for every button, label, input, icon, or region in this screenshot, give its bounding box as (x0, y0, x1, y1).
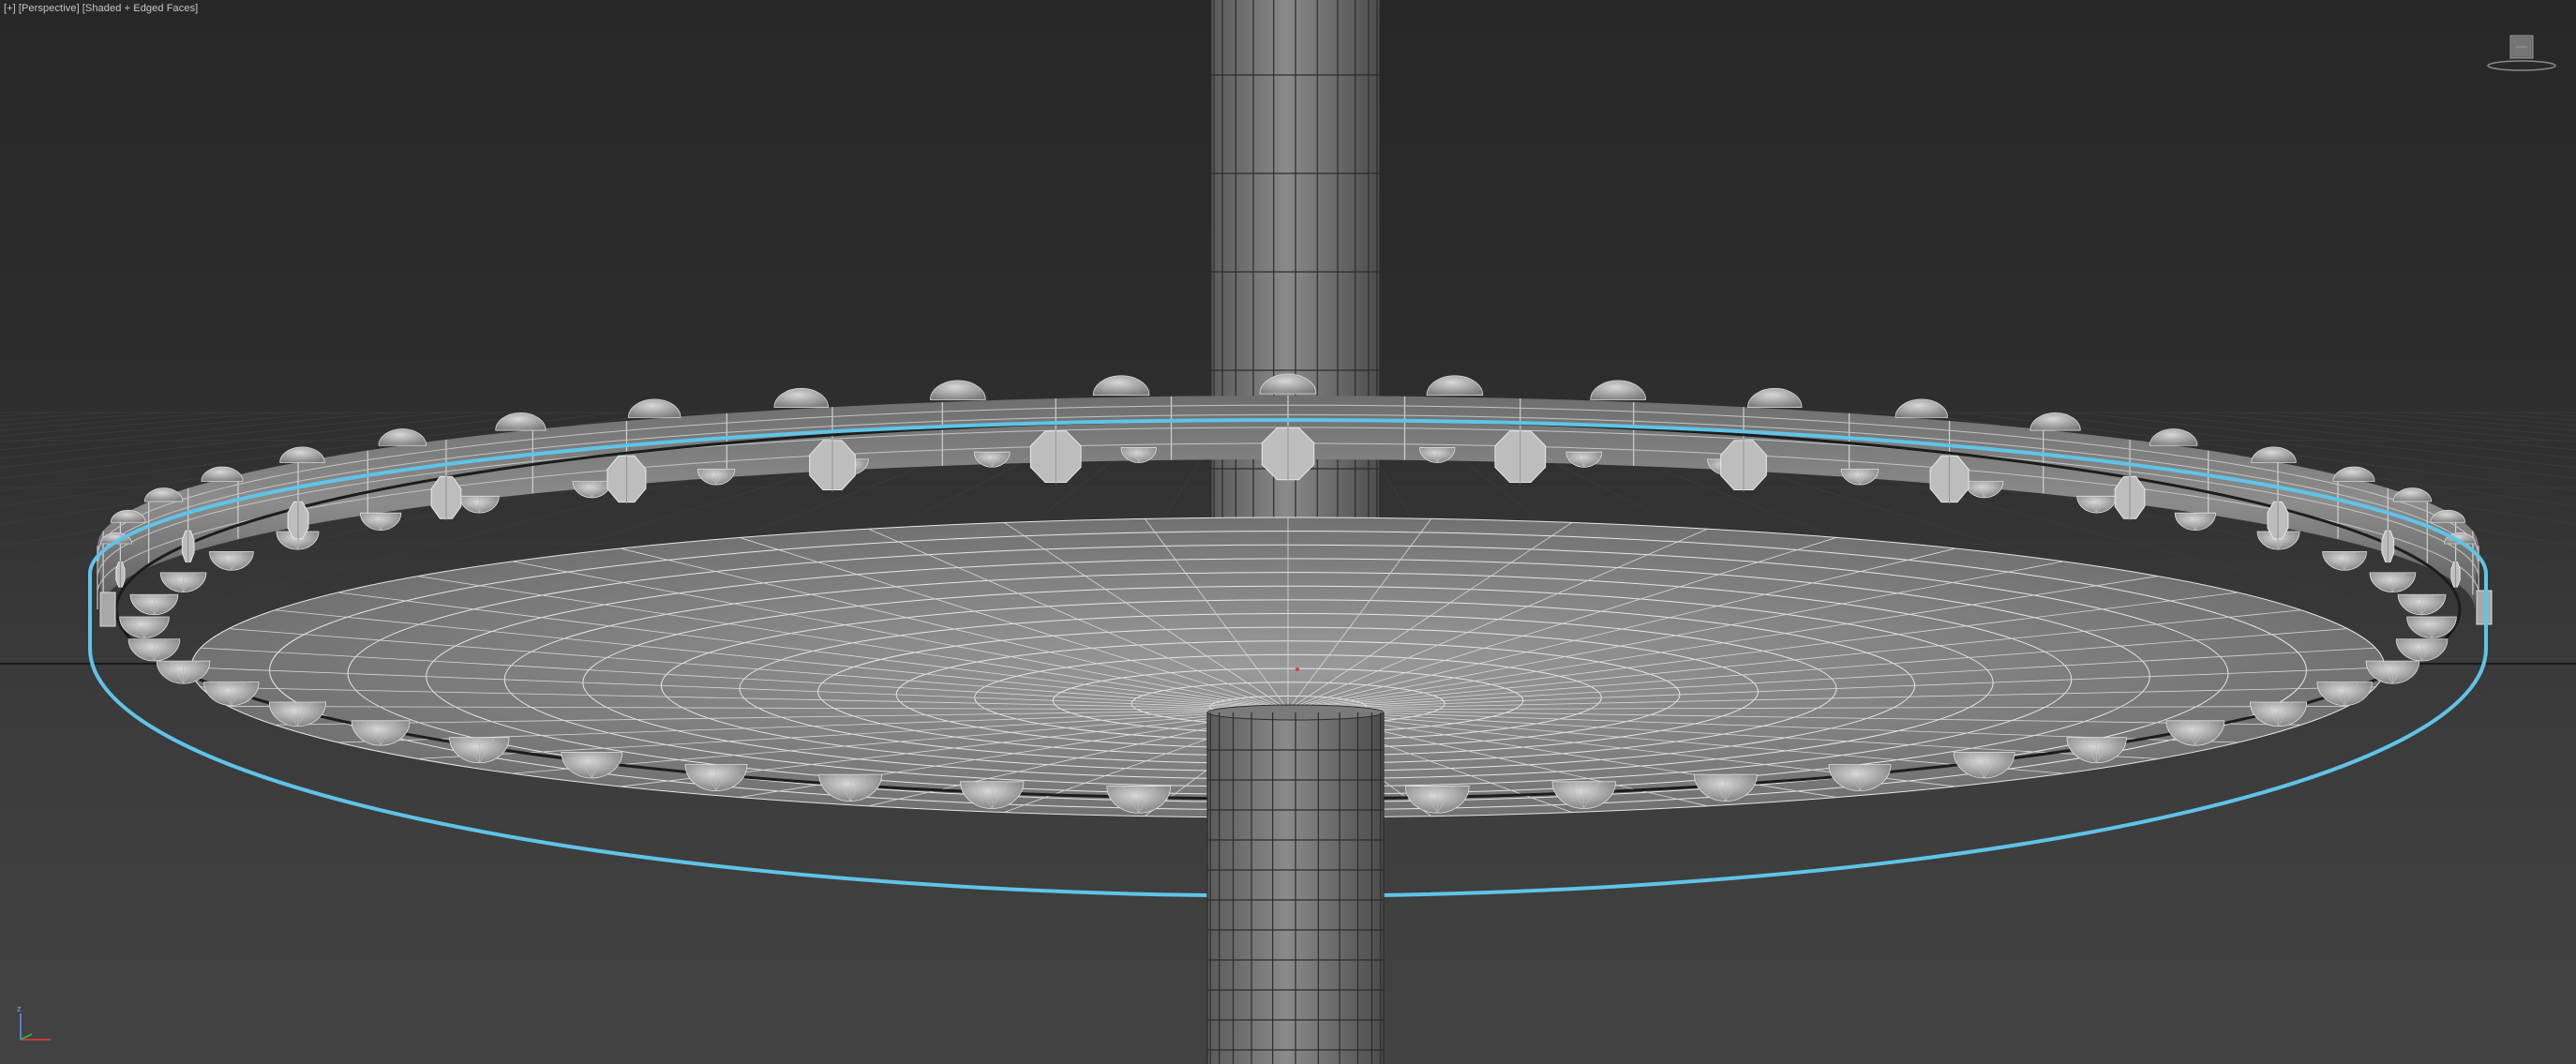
rim-bolt (181, 529, 195, 563)
dome-light (572, 481, 611, 499)
dome-light (1965, 481, 2004, 499)
dome-light (696, 468, 736, 486)
dome-light (378, 428, 427, 446)
viewport-shading-label[interactable]: [Shaded + Edged Faces] (82, 3, 199, 14)
dome-light (159, 572, 207, 592)
dome-light (929, 380, 986, 400)
perspective-viewport[interactable]: [+] [Perspective] [Shaded + Edged Faces] z (0, 0, 2576, 1064)
rim-bolt (2381, 529, 2395, 563)
dome-light (2392, 487, 2433, 502)
dome-light (201, 466, 244, 482)
rim-bolt (2450, 561, 2461, 589)
dome-light (129, 593, 179, 616)
dome-light (458, 495, 500, 514)
dome-light (360, 512, 402, 532)
dome-light (143, 487, 184, 502)
dome-light (1840, 468, 1880, 486)
dome-light (1426, 375, 1484, 397)
dome-light (773, 387, 829, 408)
dome-light (1590, 380, 1647, 400)
dome-light (495, 412, 547, 431)
dome-light (2395, 638, 2449, 662)
dome-light (1565, 451, 1603, 468)
dome-light (1092, 375, 1150, 397)
pivot-marker (1295, 667, 1299, 671)
viewport-point-of-view-label[interactable]: [Perspective] (19, 3, 80, 14)
dome-light (1895, 398, 1949, 418)
dome-light (209, 550, 254, 571)
rim-bolt (2267, 500, 2289, 541)
dome-light (973, 451, 1011, 468)
side-knob (99, 592, 116, 627)
dome-light (2174, 512, 2216, 531)
dome-light (2149, 428, 2198, 446)
dome-light (2322, 550, 2367, 571)
dome-light (127, 638, 181, 662)
rim-bolt (287, 500, 309, 541)
viewport-menu-plus[interactable]: [+] (4, 3, 16, 14)
axis-tripod-icon: z (9, 998, 66, 1055)
dome-light (2397, 593, 2447, 615)
dome-light (2251, 446, 2297, 463)
svg-text:z: z (17, 1004, 22, 1013)
viewcube-icon[interactable] (2484, 28, 2559, 75)
scene-canvas[interactable] (0, 0, 2576, 1064)
dome-light (2369, 572, 2417, 592)
dome-light (2029, 412, 2081, 431)
dome-light (627, 398, 681, 418)
dome-light (2076, 495, 2118, 514)
rim-bolt (115, 561, 126, 589)
center-pole-lower (1206, 704, 1385, 1064)
viewport-label-bar: [+] [Perspective] [Shaded + Edged Faces] (4, 3, 201, 14)
dome-light (1747, 387, 1803, 408)
dome-light (2332, 466, 2375, 482)
dome-light (279, 446, 325, 463)
